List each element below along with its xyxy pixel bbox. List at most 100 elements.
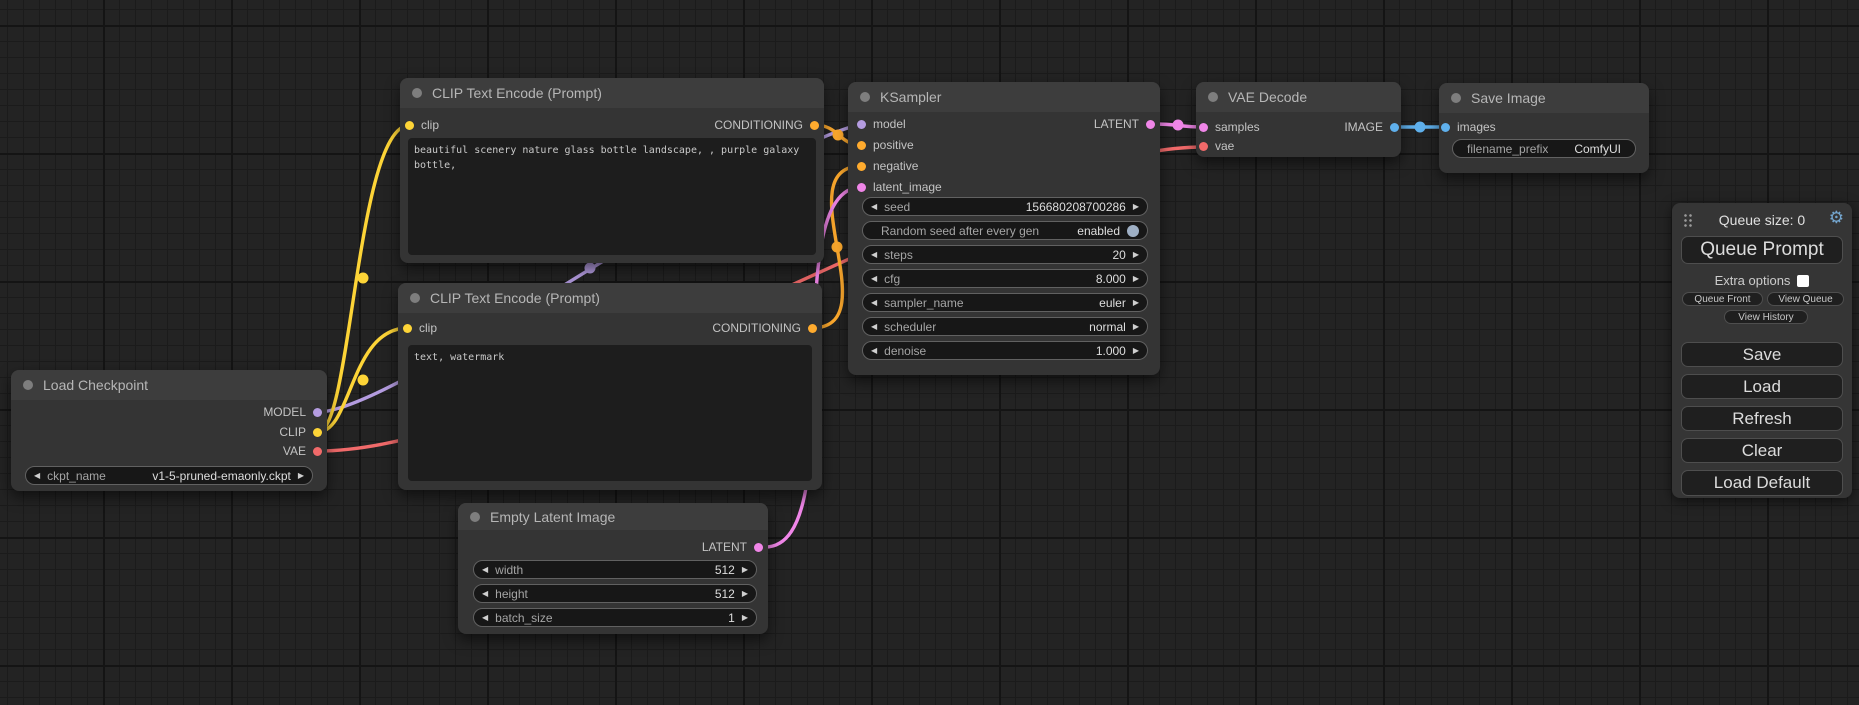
node-title-bar[interactable]: Empty Latent Image	[458, 503, 768, 530]
input-slot-clip[interactable]: clip	[405, 118, 439, 132]
node-vae-decode[interactable]: VAE Decode samples IMAGE vae	[1196, 82, 1401, 157]
ckpt-name-widget[interactable]: ckpt_name v1-5-pruned-emaonly.ckpt	[25, 466, 313, 485]
cfg-widget[interactable]: cfg 8.000	[862, 269, 1148, 288]
view-queue-button[interactable]: View Queue	[1767, 292, 1844, 306]
prompt-textarea[interactable]: text, watermark	[408, 345, 812, 481]
load-default-button[interactable]: Load Default	[1681, 470, 1843, 496]
scheduler-widget[interactable]: scheduler normal	[862, 317, 1148, 336]
latent-port-icon[interactable]	[1146, 120, 1155, 129]
increment-arrow-icon[interactable]	[298, 472, 304, 480]
filename-prefix-widget[interactable]: filename_prefix ComfyUI	[1452, 139, 1636, 158]
vae-port-icon[interactable]	[313, 447, 322, 456]
steps-widget[interactable]: steps 20	[862, 245, 1148, 264]
collapse-dot-icon[interactable]	[1451, 93, 1461, 103]
toggle-dot-icon[interactable]	[1127, 225, 1139, 237]
seed-widget[interactable]: seed 156680208700286	[862, 197, 1148, 216]
node-empty-latent-image[interactable]: Empty Latent Image LATENT width 512 heig…	[458, 503, 768, 634]
latent-port-icon[interactable]	[857, 183, 866, 192]
increment-arrow-icon[interactable]	[1133, 251, 1139, 259]
decrement-arrow-icon[interactable]	[34, 472, 40, 480]
output-slot-image[interactable]: IMAGE	[1344, 120, 1399, 134]
node-clip-text-encode-negative[interactable]: CLIP Text Encode (Prompt) clip CONDITION…	[398, 283, 822, 490]
model-port-icon[interactable]	[313, 408, 322, 417]
decrement-arrow-icon[interactable]	[871, 323, 877, 331]
decrement-arrow-icon[interactable]	[871, 251, 877, 259]
collapse-dot-icon[interactable]	[412, 88, 422, 98]
input-slot-model[interactable]: model	[857, 117, 906, 131]
increment-arrow-icon[interactable]	[742, 614, 748, 622]
view-history-button[interactable]: View History	[1724, 310, 1808, 324]
output-slot-latent[interactable]: LATENT	[1094, 117, 1155, 131]
collapse-dot-icon[interactable]	[410, 293, 420, 303]
prompt-textarea[interactable]: beautiful scenery nature glass bottle la…	[408, 138, 816, 255]
latent-port-icon[interactable]	[754, 543, 763, 552]
height-widget[interactable]: height 512	[473, 584, 757, 603]
decrement-arrow-icon[interactable]	[482, 566, 488, 574]
width-widget[interactable]: width 512	[473, 560, 757, 579]
increment-arrow-icon[interactable]	[1133, 203, 1139, 211]
decrement-arrow-icon[interactable]	[871, 203, 877, 211]
conditioning-port-icon[interactable]	[857, 141, 866, 150]
load-button[interactable]: Load	[1681, 374, 1843, 399]
increment-arrow-icon[interactable]	[1133, 347, 1139, 355]
queue-front-button[interactable]: Queue Front	[1682, 292, 1763, 306]
collapse-dot-icon[interactable]	[23, 380, 33, 390]
node-load-checkpoint[interactable]: Load Checkpoint MODEL CLIP VAE ckpt_name…	[11, 370, 327, 491]
increment-arrow-icon[interactable]	[742, 566, 748, 574]
node-title-bar[interactable]: Save Image	[1439, 83, 1649, 113]
input-slot-positive[interactable]: positive	[857, 138, 914, 152]
settings-gear-icon[interactable]	[1829, 209, 1844, 226]
input-slot-negative[interactable]: negative	[857, 159, 918, 173]
increment-arrow-icon[interactable]	[742, 590, 748, 598]
sampler-name-widget[interactable]: sampler_name euler	[862, 293, 1148, 312]
output-slot-latent[interactable]: LATENT	[702, 540, 763, 554]
queue-prompt-button[interactable]: Queue Prompt	[1681, 236, 1843, 264]
collapse-dot-icon[interactable]	[860, 92, 870, 102]
increment-arrow-icon[interactable]	[1133, 275, 1139, 283]
decrement-arrow-icon[interactable]	[871, 275, 877, 283]
node-graph-canvas[interactable]: Load Checkpoint MODEL CLIP VAE ckpt_name…	[0, 0, 1859, 705]
batch-size-widget[interactable]: batch_size 1	[473, 608, 757, 627]
decrement-arrow-icon[interactable]	[871, 347, 877, 355]
input-slot-vae[interactable]: vae	[1199, 139, 1234, 153]
collapse-dot-icon[interactable]	[1208, 92, 1218, 102]
random-seed-toggle-widget[interactable]: Random seed after every gen enabled	[862, 221, 1148, 240]
output-slot-vae[interactable]: VAE	[283, 444, 322, 458]
output-slot-model[interactable]: MODEL	[263, 405, 322, 419]
clip-port-icon[interactable]	[313, 428, 322, 437]
output-slot-conditioning[interactable]: CONDITIONING	[712, 321, 817, 335]
input-slot-images[interactable]: images	[1441, 120, 1496, 134]
node-title-bar[interactable]: VAE Decode	[1196, 82, 1401, 112]
node-ksampler[interactable]: KSampler model LATENT positive negative …	[848, 82, 1160, 375]
extra-options-checkbox[interactable]	[1797, 275, 1809, 287]
node-title-bar[interactable]: Load Checkpoint	[11, 370, 327, 400]
clip-port-icon[interactable]	[403, 324, 412, 333]
node-title-bar[interactable]: CLIP Text Encode (Prompt)	[398, 283, 822, 313]
latent-port-icon[interactable]	[1199, 123, 1208, 132]
conditioning-port-icon[interactable]	[810, 121, 819, 130]
conditioning-port-icon[interactable]	[857, 162, 866, 171]
collapse-dot-icon[interactable]	[470, 512, 480, 522]
decrement-arrow-icon[interactable]	[482, 614, 488, 622]
image-port-icon[interactable]	[1441, 123, 1450, 132]
node-title-bar[interactable]: KSampler	[848, 82, 1160, 112]
input-slot-latent-image[interactable]: latent_image	[857, 180, 942, 194]
output-slot-conditioning[interactable]: CONDITIONING	[714, 118, 819, 132]
clip-port-icon[interactable]	[405, 121, 414, 130]
node-title-bar[interactable]: CLIP Text Encode (Prompt)	[400, 78, 824, 108]
clear-button[interactable]: Clear	[1681, 438, 1843, 463]
denoise-widget[interactable]: denoise 1.000	[862, 341, 1148, 360]
image-port-icon[interactable]	[1390, 123, 1399, 132]
model-port-icon[interactable]	[857, 120, 866, 129]
decrement-arrow-icon[interactable]	[871, 299, 877, 307]
vae-port-icon[interactable]	[1199, 142, 1208, 151]
node-save-image[interactable]: Save Image images filename_prefix ComfyU…	[1439, 83, 1649, 173]
refresh-button[interactable]: Refresh	[1681, 406, 1843, 431]
decrement-arrow-icon[interactable]	[482, 590, 488, 598]
input-slot-clip[interactable]: clip	[403, 321, 437, 335]
conditioning-port-icon[interactable]	[808, 324, 817, 333]
save-button[interactable]: Save	[1681, 342, 1843, 367]
increment-arrow-icon[interactable]	[1133, 323, 1139, 331]
increment-arrow-icon[interactable]	[1133, 299, 1139, 307]
output-slot-clip[interactable]: CLIP	[279, 425, 322, 439]
